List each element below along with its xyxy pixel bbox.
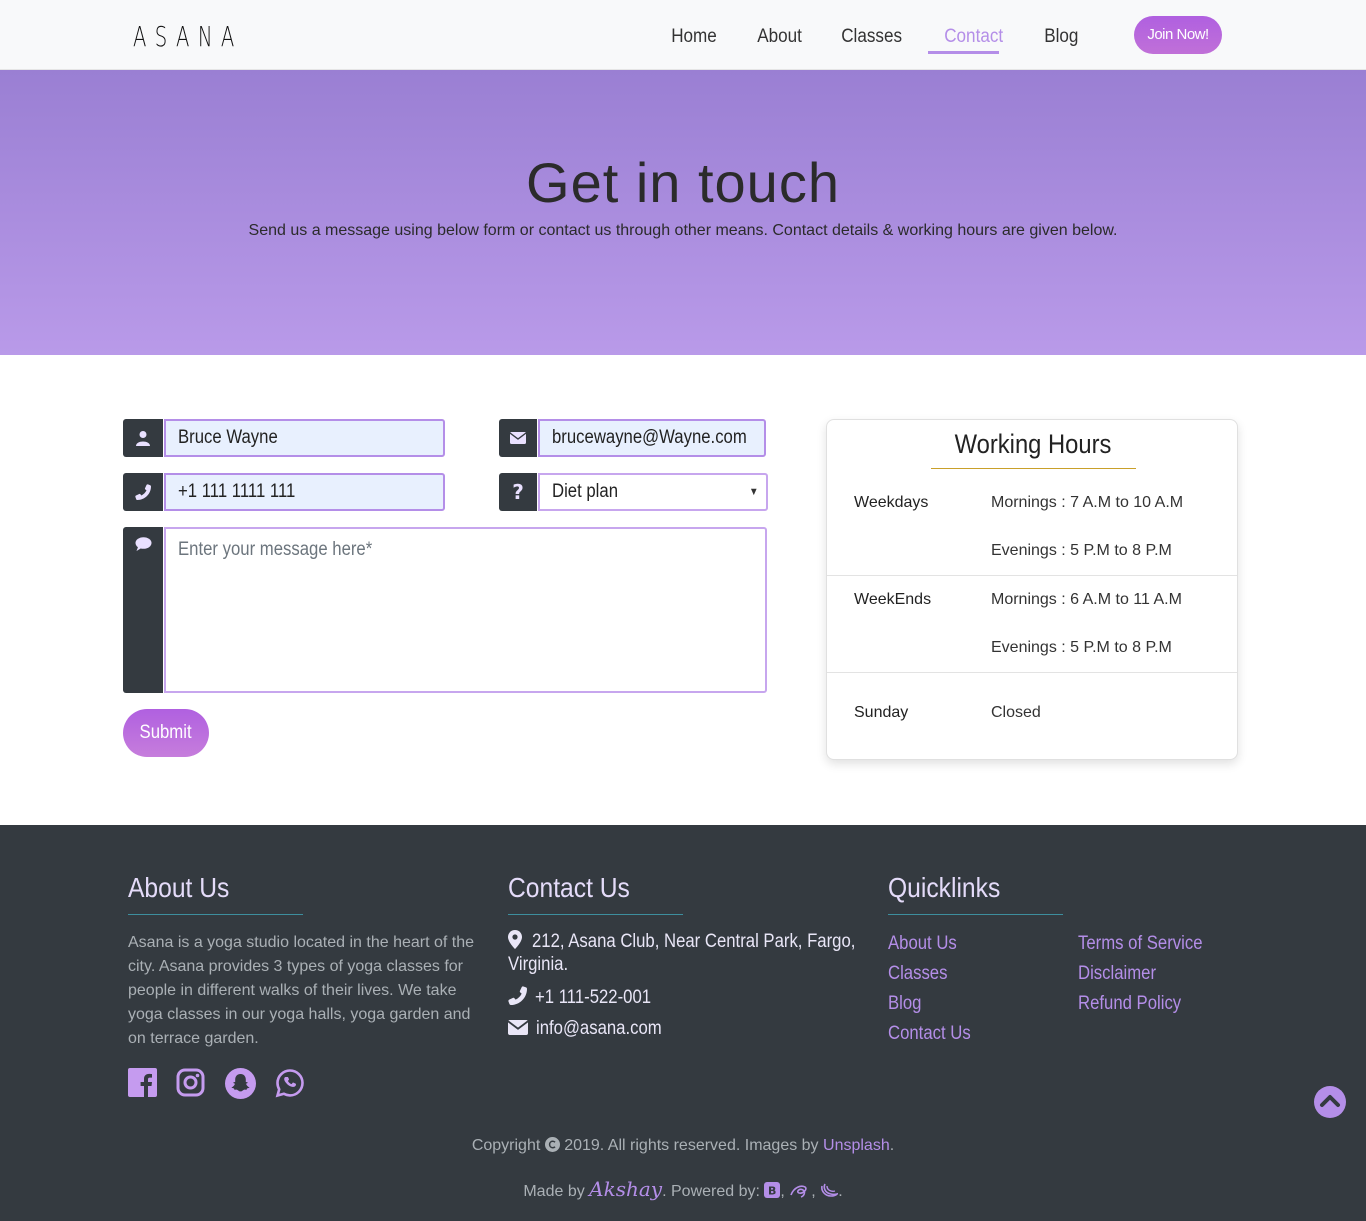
navbar: ASANA Home About Classes Contact Blog Jo… (0, 0, 1366, 70)
back-to-top-button[interactable] (1314, 1086, 1346, 1118)
jquery-icon[interactable] (820, 1182, 840, 1198)
envelope-icon (507, 1020, 529, 1035)
nav-link-contact[interactable]: Contact (937, 0, 1010, 70)
title-underline (931, 468, 1136, 469)
active-nav-underline (928, 51, 999, 54)
quicklinks-heading: Quicklinks (888, 872, 1001, 903)
nav-link-classes[interactable]: Classes (834, 0, 909, 70)
quicklink-refund[interactable]: Refund Policy (1078, 993, 1195, 1015)
message-textarea[interactable]: Enter your message here* (164, 527, 767, 693)
quicklink-terms[interactable]: Terms of Service (1078, 933, 1219, 955)
quicklink-classes[interactable]: Classes (888, 963, 956, 985)
comment-icon (123, 527, 163, 693)
address-line-2: Virginia. (508, 954, 569, 975)
heading-underline (128, 914, 303, 915)
copyright-icon (544, 1137, 560, 1152)
phone-field: +1 111 1111 111 (123, 473, 445, 511)
phone-icon (508, 986, 527, 1005)
email-input[interactable]: brucewayne@Wayne.com (538, 419, 766, 457)
day-label: WeekEnds (854, 591, 932, 608)
made-by-text: Made by Akshay. Powered by: B, , . (523, 1177, 843, 1201)
facebook-icon[interactable] (128, 1068, 158, 1098)
whatsapp-icon[interactable] (275, 1068, 305, 1098)
phone-line: +1 111-522-001 (508, 986, 667, 1009)
bootstrap-icon[interactable]: B (764, 1182, 781, 1198)
nav-link-home[interactable]: Home (664, 0, 724, 70)
quicklink-contact[interactable]: Contact Us (888, 1023, 982, 1045)
instagram-icon[interactable] (176, 1068, 206, 1098)
heading-underline (888, 914, 1063, 915)
heading-underline (508, 914, 683, 915)
phone-icon (123, 473, 163, 511)
about-text: Asana is a yoga studio located in the he… (128, 934, 475, 1047)
powered-by-label: . Powered by: (662, 1183, 760, 1200)
working-hours-card: Working Hours Weekdays Mornings : 7 A.M … (826, 419, 1238, 760)
made-by-prefix: Made by (523, 1183, 585, 1200)
snapchat-icon[interactable] (225, 1068, 256, 1099)
name-field: Bruce Wayne (123, 419, 445, 457)
contact-heading: Contact Us (508, 872, 630, 903)
svg-text:B: B (768, 1185, 776, 1198)
copyright-prefix: Copyright (471, 1137, 541, 1154)
row-divider (827, 575, 1237, 576)
email-field: brucewayne@Wayne.com (499, 419, 766, 457)
copyright-text: Copyright 2019. All rights reserved. Ima… (471, 1137, 895, 1154)
phone-input[interactable]: +1 111 1111 111 (164, 473, 445, 511)
page-title: Get in touch (526, 151, 840, 214)
brand-logo[interactable]: ASANA (133, 20, 243, 53)
nav-link-about[interactable]: About (750, 0, 809, 70)
hero-banner: Get in touch Send us a message using bel… (0, 70, 1366, 355)
name-input[interactable]: Bruce Wayne (164, 419, 445, 457)
nav-link-blog[interactable]: Blog (1037, 0, 1086, 70)
user-icon (123, 419, 163, 457)
submit-button[interactable]: Submit (123, 709, 209, 757)
subject-select[interactable]: Diet plan ▼ (538, 473, 768, 511)
hours-text: Mornings : 6 A.M to 11 A.M (991, 591, 1182, 608)
working-hours-title: Working Hours (954, 429, 1112, 459)
row-divider (827, 672, 1237, 673)
unsplash-link[interactable]: Unsplash (823, 1137, 890, 1154)
quicklink-about[interactable]: About Us (888, 933, 966, 955)
day-label: Sunday (854, 704, 909, 721)
day-label: Weekdays (854, 494, 929, 511)
hours-text: Closed (991, 704, 1041, 721)
copyright-text-main: 2019. All rights reserved. Images by (564, 1137, 819, 1154)
nav-links: Home About Classes Contact Blog (664, 0, 1110, 70)
envelope-icon (499, 419, 537, 457)
map-marker-icon (508, 930, 522, 949)
join-now-button[interactable]: Join Now! (1134, 16, 1222, 54)
hours-text: Evenings : 5 P.M to 8 P.M (991, 542, 1172, 559)
hours-text: Evenings : 5 P.M to 8 P.M (991, 639, 1172, 656)
quicklink-disclaimer[interactable]: Disclaimer (1078, 963, 1167, 985)
about-heading: About Us (128, 872, 230, 903)
sass-icon[interactable] (789, 1183, 811, 1199)
chevron-up-icon (1320, 1095, 1340, 1107)
author-signature[interactable]: Akshay (589, 1177, 662, 1201)
message-field: Enter your message here* (123, 527, 767, 693)
page-subtitle: Send us a message using below form or co… (248, 222, 1118, 239)
quicklink-blog[interactable]: Blog (888, 993, 926, 1015)
subject-field: ? Diet plan ▼ (499, 473, 768, 511)
email-line: info@asana.com (507, 1018, 679, 1040)
footer: About Us Asana is a yoga studio located … (0, 825, 1366, 1221)
hours-text: Mornings : 7 A.M to 10 A.M (991, 494, 1184, 511)
address-line: 212, Asana Club, Near Central Park, Farg… (508, 930, 900, 953)
question-icon: ? (499, 473, 537, 511)
dropdown-caret-icon: ▼ (749, 486, 759, 498)
